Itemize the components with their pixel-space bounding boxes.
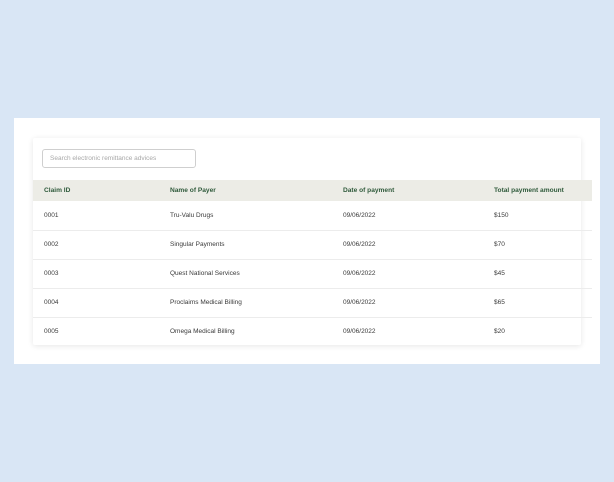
search-box <box>42 149 196 168</box>
payer-name-cell: Omega Medical Billing <box>170 328 235 336</box>
payment-amount-cell: $20 <box>494 328 505 336</box>
column-header-payment-date[interactable]: Date of payment <box>343 180 494 201</box>
payment-date-cell: 09/06/2022 <box>343 270 376 277</box>
claim-id-cell: 0004 <box>44 299 59 306</box>
table-row[interactable]: 0003 Quest National Services 09/06/2022 … <box>33 259 592 288</box>
payer-name-cell: Tru-Valu Drugs <box>170 211 214 219</box>
content-panel: Claim ID Name of Payer Date of payment T… <box>14 118 600 364</box>
claim-id-cell: 0002 <box>44 241 59 248</box>
payment-date-cell: 09/06/2022 <box>343 241 376 248</box>
table-row[interactable]: 0002 Singular Payments 09/06/2022 $70 <box>33 230 592 259</box>
payer-name-cell: Proclaims Medical Billing <box>170 299 242 306</box>
claim-id-cell: 0001 <box>44 211 59 219</box>
remittance-card: Claim ID Name of Payer Date of payment T… <box>33 138 592 345</box>
table-header-row: Claim ID Name of Payer Date of payment T… <box>33 180 592 201</box>
payment-date-cell: 09/06/2022 <box>343 328 376 336</box>
payment-date-cell: 09/06/2022 <box>343 211 376 219</box>
app-frame: Claim ID Name of Payer Date of payment T… <box>0 0 614 482</box>
column-header-claim-id[interactable]: Claim ID <box>33 180 170 201</box>
payment-amount-cell: $65 <box>494 299 505 306</box>
column-header-total-amount[interactable]: Total payment amount <box>494 180 592 201</box>
remittance-table: Claim ID Name of Payer Date of payment T… <box>33 180 592 346</box>
search-input[interactable] <box>43 150 195 167</box>
payment-amount-cell: $45 <box>494 270 505 277</box>
payment-amount-cell: $150 <box>494 211 509 219</box>
table-row[interactable]: 0004 Proclaims Medical Billing 09/06/202… <box>33 288 592 317</box>
claim-id-cell: 0005 <box>44 328 59 336</box>
payer-name-cell: Singular Payments <box>170 241 225 248</box>
payment-date-cell: 09/06/2022 <box>343 299 376 306</box>
column-header-payer-name[interactable]: Name of Payer <box>170 180 343 201</box>
table-row[interactable]: 0005 Omega Medical Billing 09/06/2022 $2… <box>33 317 592 346</box>
claim-id-cell: 0003 <box>44 270 59 277</box>
payment-amount-cell: $70 <box>494 241 505 248</box>
table-row[interactable]: 0001 Tru-Valu Drugs 09/06/2022 $150 <box>33 201 592 230</box>
payer-name-cell: Quest National Services <box>170 270 240 277</box>
